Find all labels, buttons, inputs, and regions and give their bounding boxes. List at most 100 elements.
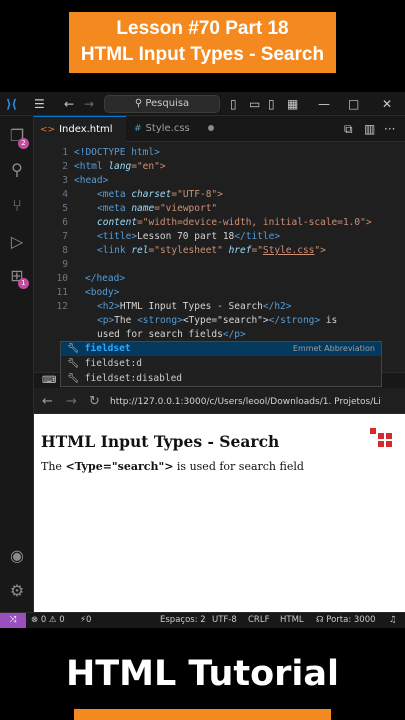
explorer-badge: 2 bbox=[18, 138, 29, 149]
code-token: The bbox=[114, 315, 138, 326]
code-line: used for search fields</p> bbox=[97, 328, 246, 342]
search-label: Pesquisa bbox=[145, 98, 190, 109]
open-preview-icon[interactable]: ⧉ bbox=[344, 116, 353, 142]
line-number: 10 bbox=[56, 273, 68, 284]
tab-style-css[interactable]: # Style.css bbox=[128, 116, 214, 142]
status-bar: ⤨ ⊗ 0 ⚠ 0 ⚡0 Espaços: 2 UTF-8 CRLF HTML … bbox=[0, 612, 405, 628]
toggle-secondary-sidebar-icon[interactable]: ▯ bbox=[268, 92, 275, 116]
browser-toolbar: ← → ↻ http://127.0.0.1:3000/c/Users/leoo… bbox=[34, 390, 405, 414]
extensions-badge: 1 bbox=[18, 278, 29, 289]
code-token: </head> bbox=[85, 273, 126, 284]
page-paragraph: The <Type="search"> is used for search f… bbox=[41, 460, 304, 473]
code-token: content bbox=[97, 217, 138, 228]
line-number: 2 bbox=[62, 161, 68, 172]
line-number: 12 bbox=[56, 301, 68, 312]
customize-layout-icon[interactable]: ▦ bbox=[287, 92, 298, 116]
activity-bar: ❐ 2 ⚲ ⑂ ▷ ⊞ 1 ◉ ⚙ bbox=[0, 116, 34, 612]
line-number: 3 bbox=[62, 175, 68, 186]
minimize-icon[interactable]: — bbox=[318, 92, 330, 116]
tab-index-html[interactable]: <> Index.html bbox=[34, 116, 126, 158]
split-editor-icon[interactable]: ▥ bbox=[364, 116, 375, 142]
keyboard-icon[interactable]: ⌨ bbox=[42, 373, 56, 389]
code-line: <meta charset="UTF-8"> bbox=[97, 188, 223, 202]
suggest-item[interactable]: 🔧︎ fieldset:disabled bbox=[61, 372, 381, 386]
back-icon[interactable]: ← bbox=[64, 92, 74, 116]
live-server-status[interactable]: ☊ Porta: 3000 bbox=[316, 613, 376, 628]
footer-title: HTML Tutorial bbox=[65, 654, 340, 694]
line-number: 1 bbox=[62, 147, 68, 158]
code-line: <title>Lesson 70 part 18</title> bbox=[97, 230, 280, 244]
code-token: </title> bbox=[234, 231, 281, 242]
problems-status[interactable]: ⊗ 0 ⚠ 0 bbox=[31, 613, 65, 628]
tab-label: Style.css bbox=[145, 123, 190, 134]
code-token: ="stylesheet" bbox=[148, 245, 229, 256]
line-number: 9 bbox=[62, 259, 68, 270]
menu-icon[interactable]: ☰ bbox=[34, 92, 45, 116]
code-line: content="width=device-width, initial-sca… bbox=[97, 216, 372, 230]
code-line: <p>The <strong><Type="search"></strong> … bbox=[97, 314, 337, 328]
code-line: <head> bbox=[74, 174, 108, 188]
vscode-window: ⟩⟨ ☰ ← → ⚲ Pesquisa ▯ ▭ ▯ ▦ — □ ✕ ❐ 2 ⚲ … bbox=[0, 92, 405, 628]
code-token: </h2> bbox=[262, 301, 292, 312]
code-token: rel bbox=[131, 245, 149, 256]
banner-line1: Lesson #70 Part 18 bbox=[116, 18, 289, 39]
browser-page: HTML Input Types - Search The <Type="sea… bbox=[34, 414, 405, 612]
suggest-label: fieldset:disabled bbox=[84, 373, 183, 384]
forward-icon[interactable]: → bbox=[84, 92, 94, 116]
source-control-icon[interactable]: ⑂ bbox=[7, 196, 27, 216]
code-editor[interactable]: 1 2 3 4 5 6 7 8 9 10 11 12 1 <!DOCTYPE h… bbox=[34, 142, 405, 372]
line-number: 5 bbox=[62, 203, 68, 214]
suggest-detail: Emmet Abbreviation bbox=[292, 344, 375, 353]
code-token: ="UTF-8"> bbox=[171, 189, 223, 200]
code-token: is bbox=[320, 315, 338, 326]
code-token: <h2> bbox=[97, 301, 120, 312]
line-number: 6 bbox=[62, 217, 68, 228]
code-line: <!DOCTYPE html> bbox=[74, 146, 160, 160]
maximize-icon[interactable]: □ bbox=[348, 92, 359, 116]
code-token: name bbox=[131, 203, 155, 214]
code-token: ="viewport" bbox=[154, 203, 218, 214]
ports-status[interactable]: ⚡0 bbox=[80, 613, 91, 628]
line-number: 8 bbox=[62, 245, 68, 256]
command-search[interactable]: ⚲ Pesquisa bbox=[104, 95, 220, 113]
para-strong: <Type="search"> bbox=[65, 460, 174, 473]
code-token: <meta bbox=[97, 189, 132, 200]
code-token: used for search fields bbox=[97, 329, 223, 340]
notifications-bell-icon[interactable]: ♫ bbox=[389, 613, 397, 628]
run-debug-icon[interactable]: ▷ bbox=[7, 232, 27, 252]
browser-url[interactable]: http://127.0.0.1:3000/c/Users/leool/Down… bbox=[110, 390, 402, 414]
search-icon[interactable]: ⚲ bbox=[7, 160, 27, 180]
browser-forward-icon[interactable]: → bbox=[66, 390, 77, 414]
line-number: 4 bbox=[62, 189, 68, 200]
suggest-label: fieldset bbox=[84, 343, 131, 354]
account-icon[interactable]: ◉ bbox=[7, 546, 27, 566]
emmet-wrench-icon: 🔧︎ bbox=[67, 373, 85, 384]
close-icon[interactable]: ✕ bbox=[382, 92, 392, 116]
code-token: <!DOCTYPE html> bbox=[74, 147, 160, 158]
code-token: <title> bbox=[97, 231, 138, 242]
toggle-panel-icon[interactable]: ▭ bbox=[249, 92, 260, 116]
code-token: <Type="search"> bbox=[182, 315, 269, 326]
emmet-wrench-icon: 🔧︎ bbox=[67, 343, 85, 354]
code-token: <html bbox=[74, 161, 109, 172]
code-token: </strong> bbox=[268, 315, 321, 326]
browser-back-icon[interactable]: ← bbox=[42, 390, 53, 414]
code-token: =" bbox=[251, 245, 263, 256]
search-icon: ⚲ bbox=[134, 98, 146, 109]
css-file-icon: # bbox=[134, 124, 142, 134]
eol-status[interactable]: CRLF bbox=[248, 613, 269, 628]
encoding-status[interactable]: UTF-8 bbox=[212, 613, 237, 628]
suggest-widget[interactable]: 🔧︎ fieldset Emmet Abbreviation 🔧︎ fieldse… bbox=[60, 341, 382, 387]
toggle-sidebar-icon[interactable]: ▯ bbox=[230, 92, 237, 116]
code-line: <meta name="viewport" bbox=[97, 202, 217, 216]
suggest-item[interactable]: 🔧︎ fieldset:d bbox=[61, 357, 381, 371]
remote-indicator-icon[interactable]: ⤨ bbox=[0, 613, 26, 628]
indentation-status[interactable]: Espaços: 2 bbox=[160, 613, 206, 628]
more-actions-icon[interactable]: ··· bbox=[384, 116, 395, 142]
code-line: <body> bbox=[85, 286, 119, 300]
browser-reload-icon[interactable]: ↻ bbox=[89, 390, 100, 414]
suggest-item[interactable]: 🔧︎ fieldset Emmet Abbreviation bbox=[61, 342, 381, 356]
settings-gear-icon[interactable]: ⚙ bbox=[7, 581, 27, 601]
language-status[interactable]: HTML bbox=[280, 613, 304, 628]
code-token: charset bbox=[131, 189, 172, 200]
